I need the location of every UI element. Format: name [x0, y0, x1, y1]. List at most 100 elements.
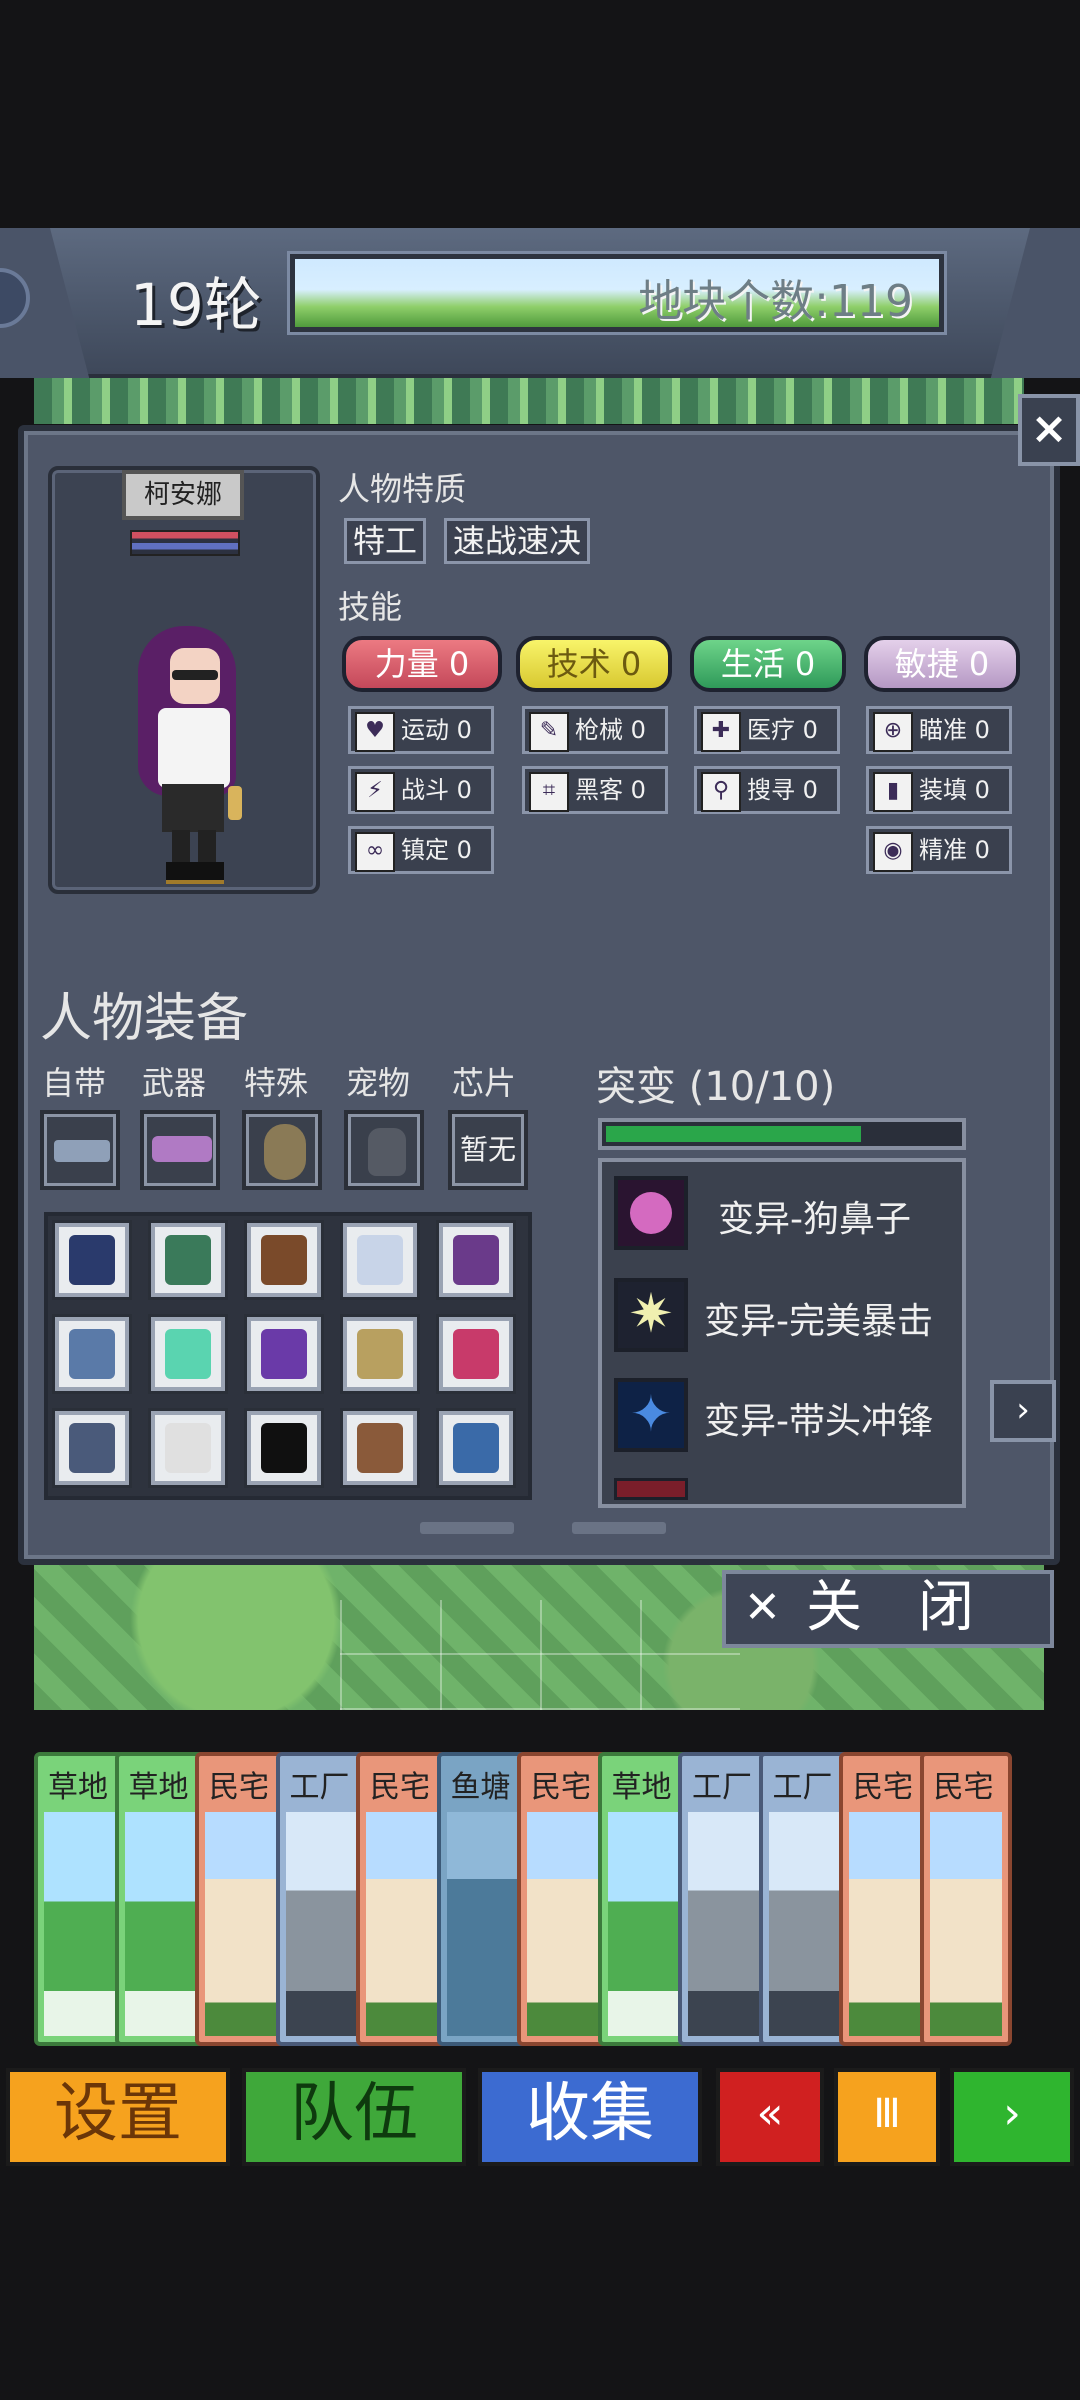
stat-agility[interactable]: 敏捷 0: [864, 636, 1020, 692]
inventory-slot[interactable]: [436, 1220, 516, 1300]
card-title: 草地: [48, 1770, 108, 1805]
terrain-strip-top: [34, 378, 1024, 424]
stat-tech[interactable]: 技术 0: [516, 636, 672, 692]
inventory-slot[interactable]: [148, 1220, 228, 1300]
skill-precision[interactable]: ◉ 精准 0: [866, 826, 1012, 874]
stat-label: 生活: [720, 645, 785, 683]
white-vest-icon: [357, 1235, 403, 1285]
close-button[interactable]: ✕ 关 闭: [722, 1570, 1054, 1648]
builtin-slot[interactable]: [40, 1110, 120, 1190]
gun-icon: ✎: [529, 712, 569, 752]
card-title: 工厂: [772, 1770, 833, 1805]
card-title: 草地: [128, 1770, 189, 1805]
land-card-grass[interactable]: 草地: [114, 1752, 207, 2046]
dog-nose-icon[interactable]: [614, 1176, 688, 1250]
skill-label: 黑客 0: [575, 776, 646, 804]
special-slot[interactable]: [242, 1110, 322, 1190]
pause-button[interactable]: Ⅲ: [834, 2068, 940, 2166]
lightning-icon: ⚡: [355, 772, 395, 812]
medkit-icon: ✚: [701, 712, 741, 752]
land-card-home[interactable]: 民宅: [356, 1752, 448, 2046]
brown-backpack-icon: [261, 1235, 307, 1285]
card-art: [768, 1812, 841, 2036]
camo-backpack-icon: [165, 1235, 211, 1285]
card-art: [366, 1812, 438, 2036]
land-card-grass[interactable]: 草地: [597, 1752, 690, 2046]
card-title: 民宅: [531, 1770, 591, 1805]
inventory-slot[interactable]: [148, 1408, 228, 1488]
burst-icon[interactable]: ✷: [614, 1278, 688, 1352]
pet-slot[interactable]: [344, 1110, 424, 1190]
land-card-home[interactable]: 民宅: [839, 1752, 931, 2046]
dog-nose-glyph: [630, 1192, 672, 1234]
close-icon[interactable]: ×: [1018, 394, 1080, 466]
blaster-icon: [152, 1136, 212, 1162]
tile-count-text: 地块个数:119: [638, 276, 913, 327]
card-title: 鱼塘: [450, 1770, 511, 1805]
inventory-slot[interactable]: [52, 1220, 132, 1300]
character-boot-left: [166, 862, 196, 884]
skill-combat[interactable]: ⚡ 战斗 0: [348, 766, 494, 814]
winged-figure-icon[interactable]: ✦: [614, 1378, 688, 1452]
skill-calm[interactable]: ∞ 镇定 0: [348, 826, 494, 874]
magnifier-icon: ⚲: [701, 772, 741, 812]
next-page-button[interactable]: ›: [990, 1380, 1056, 1442]
card-title: 工厂: [692, 1770, 752, 1805]
play-button[interactable]: ›: [950, 2068, 1074, 2166]
inventory-slot[interactable]: [244, 1220, 324, 1300]
mutation-label[interactable]: 变异-完美暴击: [704, 1292, 933, 1344]
round-counter: 19轮: [130, 271, 262, 339]
land-card-home[interactable]: 民宅: [195, 1752, 287, 2046]
inventory-slot[interactable]: [340, 1314, 420, 1394]
character-health-bar: [130, 530, 240, 556]
land-card-factory[interactable]: 工厂: [758, 1752, 851, 2046]
trait-badge[interactable]: 特工: [344, 518, 427, 564]
inventory-slot[interactable]: [436, 1314, 516, 1394]
skill-label: 精准 0: [919, 836, 990, 864]
skill-label: 枪械 0: [575, 716, 646, 744]
stat-strength[interactable]: 力量 0: [342, 636, 502, 692]
land-card-home[interactable]: 民宅: [517, 1752, 609, 2046]
character-held-item: [228, 786, 242, 820]
crosshair-icon: ⊕: [873, 712, 913, 752]
skill-label: 医疗 0: [747, 716, 818, 744]
magazine-icon: ▮: [873, 772, 913, 812]
skill-aim[interactable]: ⊕ 瞄准 0: [866, 706, 1012, 754]
card-art: [205, 1812, 277, 2036]
inventory-slot[interactable]: [340, 1220, 420, 1300]
mutation-label[interactable]: 变异-带头冲锋: [704, 1392, 933, 1444]
skill-hacker[interactable]: ⌗ 黑客 0: [522, 766, 668, 814]
skill-search[interactable]: ⚲ 搜寻 0: [694, 766, 840, 814]
settings-button[interactable]: 设置: [6, 2068, 230, 2166]
eye-icon: ◉: [873, 832, 913, 872]
slot-label-chip: 芯片: [452, 1064, 517, 1102]
trait-badge[interactable]: 速战速决: [444, 518, 591, 564]
skill-firearms[interactable]: ✎ 枪械 0: [522, 706, 668, 754]
card-art: [607, 1812, 680, 2036]
skill-medical[interactable]: ✚ 医疗 0: [694, 706, 840, 754]
inventory-slot[interactable]: [52, 1408, 132, 1488]
slot-label-special: 特殊: [244, 1064, 309, 1102]
weapon-slot[interactable]: [140, 1110, 220, 1190]
inventory-slot[interactable]: [340, 1408, 420, 1488]
team-button[interactable]: 队伍: [242, 2068, 466, 2166]
inventory-slot[interactable]: [52, 1314, 132, 1394]
land-card-factory[interactable]: 工厂: [275, 1752, 368, 2046]
land-card-home[interactable]: 民宅: [919, 1752, 1012, 2046]
land-card-grass[interactable]: 草地: [34, 1752, 126, 2046]
stat-life[interactable]: 生活 0: [690, 636, 846, 692]
inventory-slot[interactable]: [148, 1314, 228, 1394]
rewind-button[interactable]: «: [716, 2068, 824, 2166]
inventory-slot[interactable]: [244, 1314, 324, 1394]
inventory-slot[interactable]: [436, 1408, 516, 1488]
chip-slot[interactable]: 暂无: [448, 1110, 528, 1190]
card-art: [929, 1812, 1002, 2036]
land-card-factory[interactable]: 工厂: [678, 1752, 770, 2046]
skill-reload[interactable]: ▮ 装填 0: [866, 766, 1012, 814]
mutation-label[interactable]: 变异-狗鼻子: [718, 1190, 911, 1242]
inventory-slot[interactable]: [244, 1408, 324, 1488]
close-icon: ✕: [744, 1582, 781, 1633]
land-card-fish[interactable]: 鱼塘: [436, 1752, 529, 2046]
skill-sport[interactable]: ♥ 运动 0: [348, 706, 494, 754]
collect-button[interactable]: 收集: [478, 2068, 702, 2166]
